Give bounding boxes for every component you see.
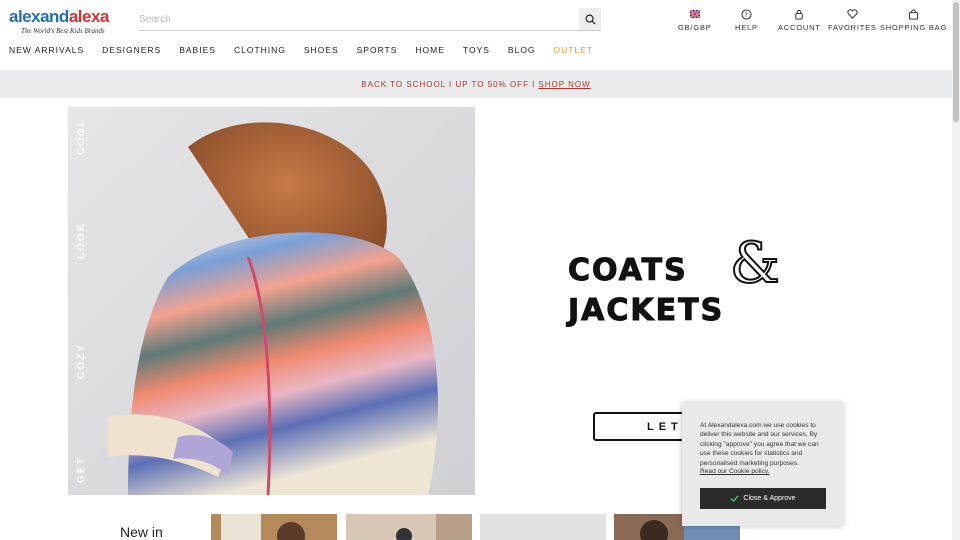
new-in-heading: New in — [120, 524, 163, 540]
header: alexandalexa The World's Best Kids Brand… — [0, 0, 952, 70]
new-in-thumb-1[interactable] — [211, 514, 337, 540]
hero-title-ampersand: & — [729, 231, 781, 296]
bag-icon — [908, 8, 919, 20]
nav-blog[interactable]: BLOG — [508, 45, 536, 55]
nav-outlet[interactable]: OUTLET — [554, 45, 594, 55]
logo-part2: alexa — [68, 7, 110, 26]
page-scrollbar[interactable] — [952, 0, 960, 540]
side-word-4: GET — [76, 456, 87, 483]
logo[interactable]: alexandalexa The World's Best Kids Brand… — [9, 7, 110, 36]
lock-icon — [795, 9, 804, 20]
hero-image[interactable]: COOL LOOK COZY GET — [68, 107, 475, 495]
search-button[interactable] — [579, 8, 601, 30]
nav-designers[interactable]: DESIGNERS — [102, 45, 161, 55]
hero-title-line2: JACKETS — [568, 293, 725, 328]
promo-text: BACK TO SCHOOL I UP TO 50% OFF I — [361, 79, 536, 89]
hero-photo — [68, 107, 475, 495]
locale-selector[interactable]: GB/GBP — [678, 8, 712, 34]
help-link[interactable]: ? HELP — [735, 8, 758, 34]
promo-shop-now-link[interactable]: SHOP NOW — [538, 80, 590, 89]
favorites-label: FAVORITES — [828, 23, 877, 32]
cookie-policy-link[interactable]: Read our Cookie policy. — [700, 468, 829, 475]
promo-banner: BACK TO SCHOOL I UP TO 50% OFF I SHOP NO… — [0, 70, 952, 98]
locale-label: GB/GBP — [678, 23, 712, 32]
logo-part1: alexand — [9, 7, 69, 26]
favorites-link[interactable]: FAVORITES — [828, 8, 877, 34]
cookie-approve-label: Close & Approve — [743, 495, 796, 502]
cookie-approve-button[interactable]: Close & Approve — [700, 488, 826, 509]
nav-home[interactable]: HOME — [415, 45, 445, 55]
thumb-photo-1 — [211, 514, 337, 540]
nav-shoes[interactable]: SHOES — [304, 45, 339, 55]
scrollbar-thumb[interactable] — [953, 2, 959, 122]
account-label: ACCOUNT — [778, 23, 821, 32]
heart-icon — [847, 9, 858, 19]
shopping-bag-link[interactable]: SHOPPING BAG — [880, 8, 947, 34]
shopping-bag-label: SHOPPING BAG — [880, 23, 948, 32]
main-nav: NEW ARRIVALS DESIGNERS BABIES CLOTHING S… — [9, 45, 611, 55]
help-label: HELP — [735, 23, 758, 32]
new-in-thumb-2[interactable] — [346, 514, 472, 540]
flag-uk-icon — [689, 10, 700, 18]
nav-new-arrivals[interactable]: NEW ARRIVALS — [9, 45, 84, 55]
search-input[interactable] — [139, 9, 579, 30]
cookie-text: At Alexandalexa.com we use cookies to de… — [700, 422, 819, 467]
side-word-1: COOL — [76, 118, 87, 155]
hero-title: COATS & JACKETS — [568, 235, 808, 329]
nav-toys[interactable]: TOYS — [463, 45, 490, 55]
thumb-photo-2 — [346, 514, 472, 540]
search-bar — [139, 8, 601, 31]
help-icon: ? — [741, 8, 752, 20]
nav-babies[interactable]: BABIES — [179, 45, 216, 55]
nav-clothing[interactable]: CLOTHING — [234, 45, 286, 55]
new-in-thumb-3[interactable] — [480, 514, 606, 540]
search-icon — [585, 14, 596, 25]
side-word-3: COZY — [76, 343, 87, 379]
nav-sports[interactable]: SPORTS — [357, 45, 398, 55]
side-word-2: LOOK — [76, 222, 87, 259]
cookie-dialog: At Alexandalexa.com we use cookies to de… — [682, 403, 843, 526]
account-link[interactable]: ACCOUNT — [778, 8, 821, 34]
logo-tagline: The World's Best Kids Brands — [21, 27, 105, 35]
check-icon — [730, 495, 739, 502]
thumb-photo-3 — [480, 514, 606, 540]
svg-text:?: ? — [744, 10, 748, 18]
